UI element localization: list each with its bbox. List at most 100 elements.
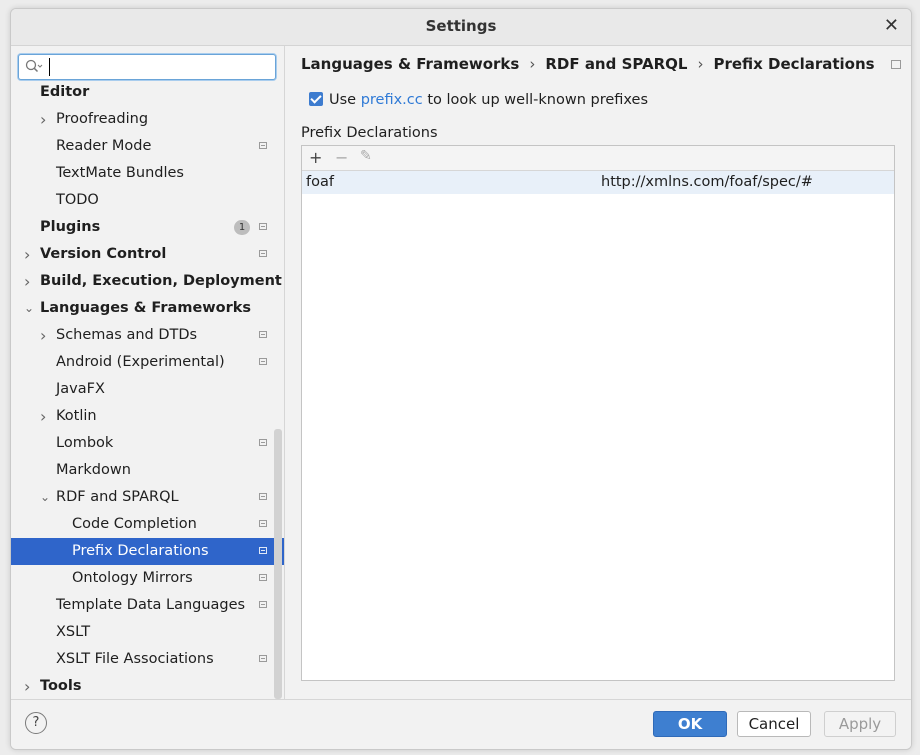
sidebar-item-label: Languages & Frameworks	[40, 300, 252, 316]
dialog-footer: ? OK Cancel Apply	[11, 699, 911, 749]
project-settings-icon	[259, 655, 267, 662]
prefix-cell: foaf	[306, 174, 334, 190]
sidebar-item[interactable]: Plugins 1	[11, 214, 284, 241]
sidebar-item[interactable]: Template Data Languages	[11, 592, 284, 619]
sidebar-item-label: Android (Experimental)	[56, 354, 225, 370]
sidebar-item[interactable]: XSLT	[11, 619, 284, 646]
sidebar-item[interactable]: TODO	[11, 187, 284, 214]
sidebar-item[interactable]: › Tools	[11, 673, 284, 700]
sidebar-item-label: RDF and SPARQL	[56, 489, 179, 505]
sidebar-item[interactable]: Ontology Mirrors	[11, 565, 284, 592]
sidebar-item-label: Markdown	[56, 462, 131, 478]
table-row[interactable]: foaf http://xmlns.com/foaf/spec/#	[302, 171, 894, 194]
breadcrumb-separator: ›	[697, 55, 704, 73]
breadcrumb-item[interactable]: Languages & Frameworks	[301, 55, 519, 73]
chevron-right-icon[interactable]: ›	[24, 241, 36, 268]
update-count-badge: 1	[234, 220, 250, 235]
sidebar-item-label: Template Data Languages	[56, 597, 246, 613]
sidebar-item[interactable]: ⌄ RDF and SPARQL	[11, 484, 284, 511]
sidebar-item[interactable]: Code Completion	[11, 511, 284, 538]
table-toolbar: + − ✎	[302, 146, 894, 171]
sidebar-item[interactable]: Reader Mode	[11, 133, 284, 160]
sidebar-item-label: Prefix Declarations	[72, 543, 209, 559]
sidebar-item-label: Lombok	[56, 435, 114, 451]
chevron-right-icon[interactable]: ›	[40, 322, 52, 349]
sidebar-item[interactable]: ⌄ Languages & Frameworks	[11, 295, 284, 322]
sidebar-item-label: Ontology Mirrors	[72, 570, 193, 586]
sidebar-item-label: Build, Execution, Deployment	[40, 273, 282, 289]
prefix-cc-option: Use prefix.cc to look up well-known pref…	[309, 92, 648, 108]
prefix-table: + − ✎ foaf http://xmlns.com/foaf/spec/#	[301, 145, 895, 681]
sidebar-item[interactable]: › Proofreading	[11, 106, 284, 133]
sidebar-item[interactable]: › Build, Execution, Deployment	[11, 268, 284, 295]
sidebar-item-label: Tools	[40, 678, 82, 694]
prefix-cc-checkbox[interactable]	[309, 92, 323, 106]
chevron-down-icon[interactable]: ⌄	[24, 295, 36, 322]
close-icon[interactable]: ✕	[884, 15, 899, 36]
breadcrumb: Languages & Frameworks › RDF and SPARQL › Pr…	[301, 55, 907, 73]
breadcrumb-item[interactable]: Prefix Declarations	[713, 55, 874, 73]
help-button[interactable]: ?	[25, 712, 47, 734]
text-caret	[49, 58, 50, 76]
chevron-right-icon[interactable]: ›	[24, 268, 36, 295]
uri-cell: http://xmlns.com/foaf/spec/#	[601, 174, 813, 190]
dialog-title: Settings	[425, 17, 497, 35]
search-input[interactable]	[18, 54, 276, 80]
edit-icon[interactable]: ✎	[360, 148, 372, 164]
project-settings-icon	[259, 493, 267, 500]
sidebar-item[interactable]: Lombok	[11, 430, 284, 457]
project-settings-icon	[890, 60, 901, 69]
apply-button[interactable]: Apply	[824, 711, 896, 737]
sidebar-item[interactable]: XSLT File Associations	[11, 646, 284, 673]
sidebar-item-label: Schemas and DTDs	[56, 327, 198, 343]
sidebar-item-label: JavaFX	[56, 381, 105, 397]
project-settings-icon	[259, 223, 267, 230]
sidebar-item[interactable]: Android (Experimental)	[11, 349, 284, 376]
sidebar-item-label: Kotlin	[56, 408, 97, 424]
sidebar-item[interactable]: Markdown	[11, 457, 284, 484]
sidebar-item-label: Reader Mode	[56, 138, 152, 154]
sidebar-item-label: TODO	[56, 192, 99, 208]
chevron-right-icon[interactable]: ›	[40, 403, 52, 430]
breadcrumb-separator: ›	[529, 55, 536, 73]
sidebar-item[interactable]: JavaFX	[11, 376, 284, 403]
sidebar-scrollbar[interactable]	[274, 429, 282, 699]
sidebar-item[interactable]: › Schemas and DTDs	[11, 322, 284, 349]
project-settings-icon	[259, 601, 267, 608]
sidebar-item-label: Version Control	[40, 246, 167, 262]
sidebar-item-label: XSLT File Associations	[56, 651, 214, 667]
title-bar: Settings ✕	[11, 9, 911, 46]
chevron-right-icon[interactable]: ›	[40, 106, 52, 133]
option-prefix-text: Use	[329, 92, 357, 108]
settings-sidebar: Editor › Proofreading Reader Mode TextMate B…	[11, 46, 285, 699]
breadcrumb-item[interactable]: RDF and SPARQL	[545, 55, 687, 73]
sidebar-item[interactable]: › Version Control	[11, 241, 284, 268]
project-settings-icon	[259, 439, 267, 446]
project-settings-icon	[259, 547, 267, 554]
sidebar-item[interactable]: Editor	[11, 79, 284, 106]
option-suffix-text: to look up well-known prefixes	[427, 92, 649, 108]
project-settings-icon	[259, 520, 267, 527]
add-icon[interactable]: +	[309, 148, 322, 167]
sidebar-item-label: Code Completion	[72, 516, 197, 532]
section-label: Prefix Declarations	[301, 125, 438, 141]
sidebar-item-label: TextMate Bundles	[56, 165, 184, 181]
settings-content: Languages & Frameworks › RDF and SPARQL › Pr…	[285, 46, 911, 699]
sidebar-item[interactable]: Prefix Declarations	[11, 538, 284, 565]
sidebar-item[interactable]: › Kotlin	[11, 403, 284, 430]
chevron-right-icon[interactable]: ›	[24, 673, 36, 700]
sidebar-item-label: Plugins	[40, 219, 101, 235]
chevron-down-icon[interactable]: ⌄	[40, 484, 52, 511]
remove-icon[interactable]: −	[335, 148, 348, 167]
cancel-button[interactable]: Cancel	[737, 711, 811, 737]
project-settings-icon	[259, 574, 267, 581]
ok-button[interactable]: OK	[653, 711, 727, 737]
sidebar-item[interactable]: TextMate Bundles	[11, 160, 284, 187]
project-settings-icon	[259, 331, 267, 338]
project-settings-icon	[259, 358, 267, 365]
sidebar-item-label: XSLT	[56, 624, 91, 640]
sidebar-item-label: Editor	[40, 84, 90, 100]
project-settings-icon	[259, 142, 267, 149]
prefix-cc-link[interactable]: prefix.cc	[361, 92, 423, 108]
project-settings-icon	[259, 250, 267, 257]
